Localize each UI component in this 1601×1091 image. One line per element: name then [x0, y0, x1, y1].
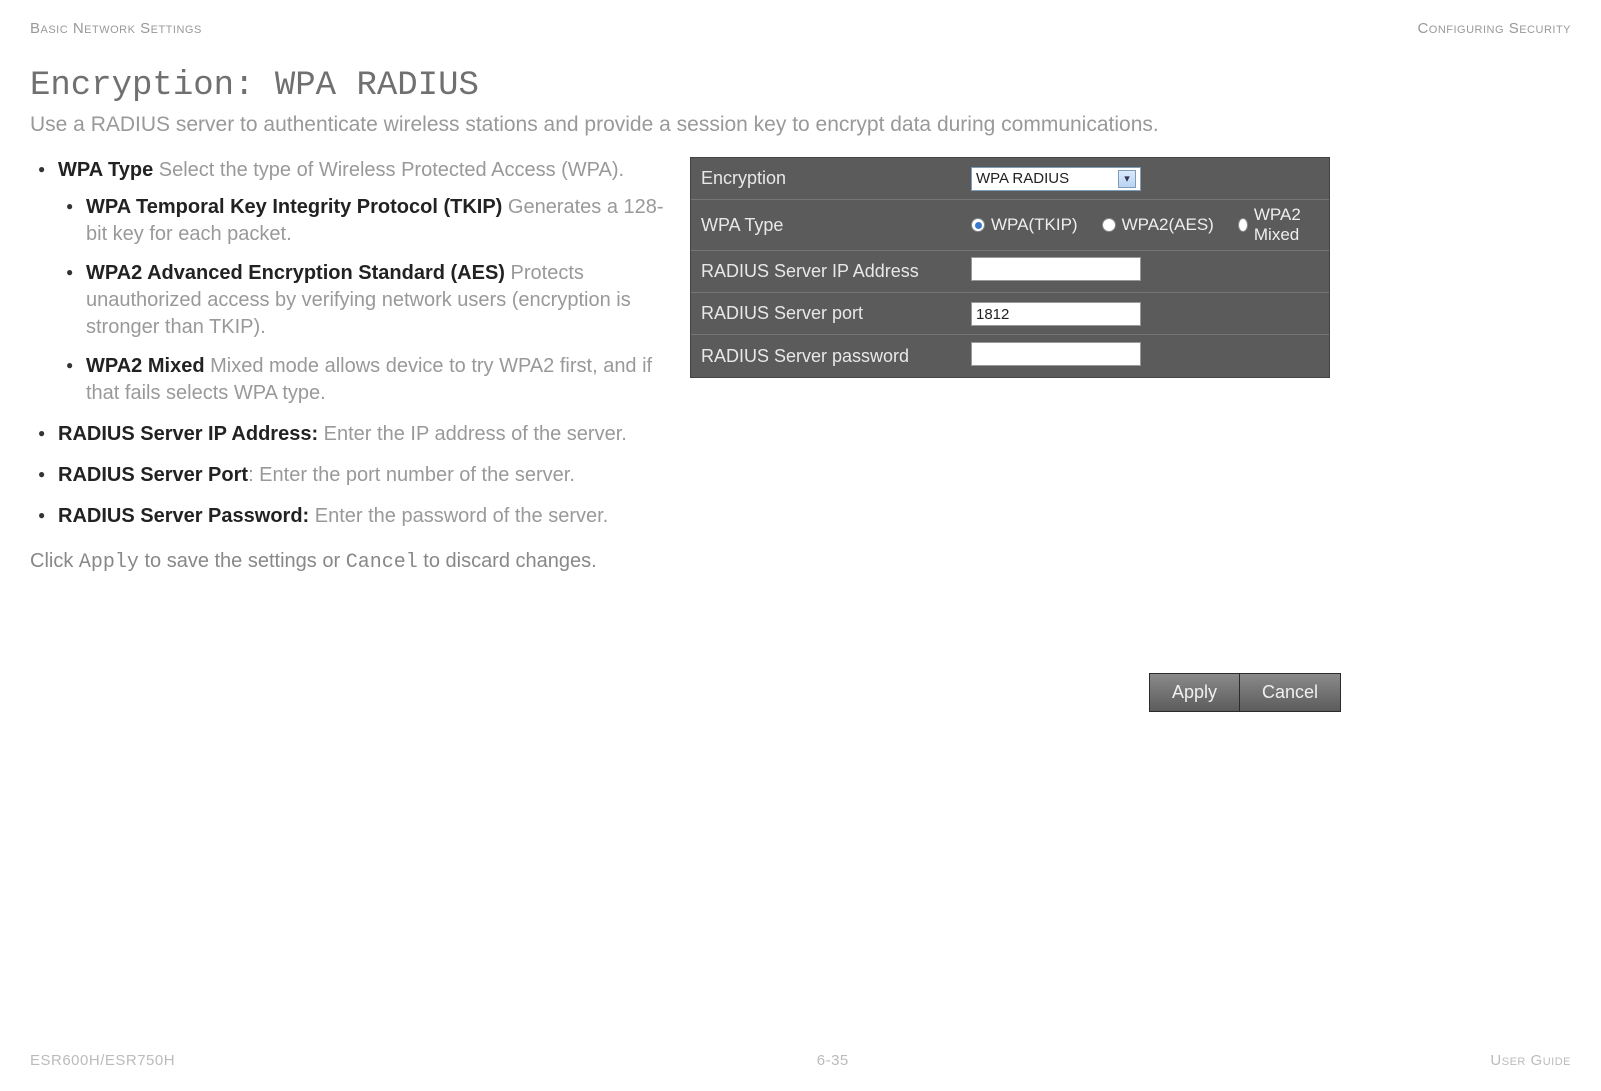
bullet-port: RADIUS Server Port: Enter the port numbe…	[30, 462, 670, 489]
apply-button[interactable]: Apply	[1149, 673, 1240, 712]
desc-password: Enter the password of the server.	[309, 505, 608, 527]
desc-ip: Enter the IP address of the server.	[318, 423, 627, 445]
label-wpa-type: WPA Type	[701, 215, 971, 236]
radio-opt-wpa-tkip[interactable]: WPA(TKIP)	[971, 215, 1078, 235]
row-wpa-type: WPA Type WPA(TKIP) WPA2(AES) WPA2 Mixed	[691, 200, 1329, 251]
description-column: WPA Type Select the type of Wireless Pro…	[30, 157, 670, 712]
radio-label-mixed: WPA2 Mixed	[1254, 205, 1319, 245]
encryption-select[interactable]: WPA RADIUS ▾	[971, 167, 1141, 191]
desc-port: : Enter the port number of the server.	[248, 464, 575, 486]
instr-cancel: Cancel	[346, 551, 418, 574]
desc-wpa-type: Select the type of Wireless Protected Ac…	[153, 159, 624, 181]
router-button-bar: Apply Cancel	[1149, 673, 1341, 712]
row-radius-password: RADIUS Server password	[691, 335, 1329, 377]
instr-middle: to save the settings or	[139, 550, 346, 572]
row-encryption: Encryption WPA RADIUS ▾	[691, 158, 1329, 200]
row-radius-port: RADIUS Server port 1812	[691, 293, 1329, 335]
radio-icon	[1102, 218, 1116, 232]
header-left: Basic Network Settings	[30, 20, 202, 37]
instr-prefix: Click	[30, 550, 79, 572]
radio-icon	[1238, 218, 1248, 232]
footer-right: User Guide	[1490, 1052, 1571, 1069]
encryption-select-value: WPA RADIUS	[976, 170, 1069, 187]
page-title: Encryption: WPA RADIUS	[30, 67, 1571, 105]
footer-left: ESR600H/ESR750H	[30, 1052, 175, 1069]
term-wpa-type: WPA Type	[58, 159, 153, 181]
term-aes: WPA2 Advanced Encryption Standard (AES)	[86, 262, 505, 284]
radio-opt-wpa2-mixed[interactable]: WPA2 Mixed	[1238, 205, 1319, 245]
term-password: RADIUS Server Password:	[58, 505, 309, 527]
bullet-ip: RADIUS Server IP Address: Enter the IP a…	[30, 421, 670, 448]
radio-label-tkip: WPA(TKIP)	[991, 215, 1078, 235]
bullet-wpa-type: WPA Type Select the type of Wireless Pro…	[30, 157, 670, 407]
bullet-mixed: WPA2 Mixed Mixed mode allows device to t…	[58, 353, 670, 407]
bullet-aes: WPA2 Advanced Encryption Standard (AES) …	[58, 260, 670, 341]
instr-suffix: to discard changes.	[418, 550, 597, 572]
radio-opt-wpa2-aes[interactable]: WPA2(AES)	[1102, 215, 1214, 235]
bullet-tkip: WPA Temporal Key Integrity Protocol (TKI…	[58, 194, 670, 248]
cancel-button[interactable]: Cancel	[1240, 673, 1341, 712]
label-radius-ip: RADIUS Server IP Address	[701, 261, 971, 282]
label-radius-password: RADIUS Server password	[701, 346, 971, 367]
term-tkip: WPA Temporal Key Integrity Protocol (TKI…	[86, 196, 502, 218]
term-ip: RADIUS Server IP Address:	[58, 423, 318, 445]
router-config-panel: Encryption WPA RADIUS ▾ WPA Type WPA(TKI…	[690, 157, 1330, 378]
page-header: Basic Network Settings Configuring Secur…	[30, 20, 1571, 37]
page-footer: ESR600H/ESR750H 6-35 User Guide	[30, 1052, 1571, 1069]
chevron-down-icon: ▾	[1118, 170, 1136, 188]
instructions-text: Click Apply to save the settings or Canc…	[30, 548, 670, 576]
radio-label-aes: WPA2(AES)	[1122, 215, 1214, 235]
header-right: Configuring Security	[1417, 20, 1571, 37]
page-subtitle: Use a RADIUS server to authenticate wire…	[30, 113, 1571, 137]
term-mixed: WPA2 Mixed	[86, 355, 205, 377]
label-encryption: Encryption	[701, 168, 971, 189]
radius-ip-input[interactable]	[971, 257, 1141, 281]
radius-password-input[interactable]	[971, 342, 1141, 366]
footer-center: 6-35	[817, 1052, 849, 1069]
radio-icon	[971, 218, 985, 232]
radius-port-input[interactable]: 1812	[971, 302, 1141, 326]
bullet-password: RADIUS Server Password: Enter the passwo…	[30, 503, 670, 530]
instr-apply: Apply	[79, 551, 139, 574]
row-radius-ip: RADIUS Server IP Address	[691, 251, 1329, 293]
label-radius-port: RADIUS Server port	[701, 303, 971, 324]
term-port: RADIUS Server Port	[58, 464, 248, 486]
